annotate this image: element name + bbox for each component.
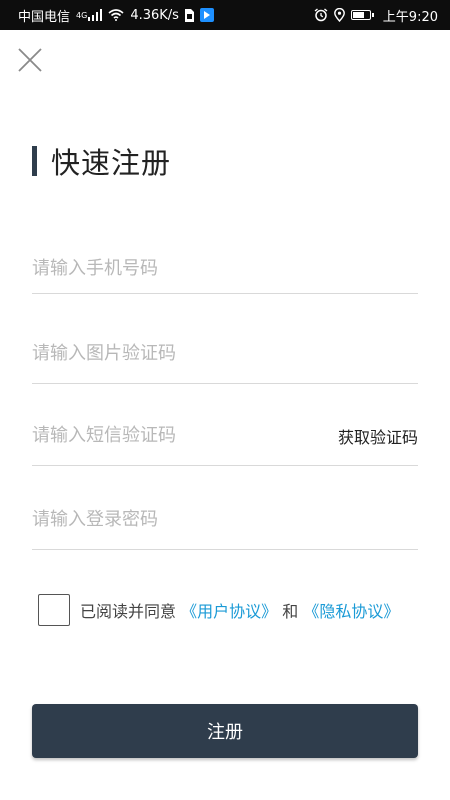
agreement-checkbox[interactable] [38,594,70,626]
user-agreement-link[interactable]: 《用户协议》 [181,602,277,621]
close-button[interactable] [14,44,46,76]
status-bar-right: 上午9:20 [314,6,438,25]
carrier-name: 中国电信 [18,9,71,25]
sms-code-field-row: 获取验证码 [32,406,418,466]
password-field-row [32,490,418,550]
get-code-button[interactable]: 获取验证码 [338,424,418,448]
status-bar: 中国电信 4G 4.36K/s 上午9:20 [0,0,450,30]
title-accent-bar [32,146,37,176]
close-icon [18,48,42,72]
network-speed: 4.36K/s [130,7,179,23]
phone-input[interactable] [32,244,418,293]
sms-code-input[interactable] [32,406,330,465]
status-bar-left: 中国电信 4G 4.36K/s [18,6,214,25]
captcha-field-row [32,324,418,384]
register-screen: 中国电信 4G 4.36K/s 上午9:20 快速注册 请输入手机号码 请输入图… [0,0,450,800]
agreement-conjunction: 和 [282,602,299,621]
privacy-policy-link[interactable]: 《隐私协议》 [303,602,399,621]
phone-field-row [32,244,418,294]
app-notification-icon [199,8,214,22]
signal-icon: 4G [76,7,103,23]
agreement-prefix: 已阅读并同意 [80,602,177,621]
agreement-text: 已阅读并同意 《用户协议》 和 《隐私协议》 [80,598,399,622]
battery-icon [350,7,374,23]
image-captcha-input[interactable] [32,324,418,383]
status-time: 上午9:20 [382,9,438,25]
alarm-icon [314,7,328,23]
location-icon [333,7,345,23]
page-title-block: 快速注册 [32,140,171,182]
wifi-icon [108,7,124,23]
network-type: 4G [76,10,88,20]
page-title: 快速注册 [51,146,172,180]
password-input[interactable] [32,490,418,549]
agreement-row: 已阅读并同意 《用户协议》 和 《隐私协议》 [38,594,399,626]
sim-card-icon [184,7,194,23]
register-button[interactable]: 注册 [32,704,418,758]
